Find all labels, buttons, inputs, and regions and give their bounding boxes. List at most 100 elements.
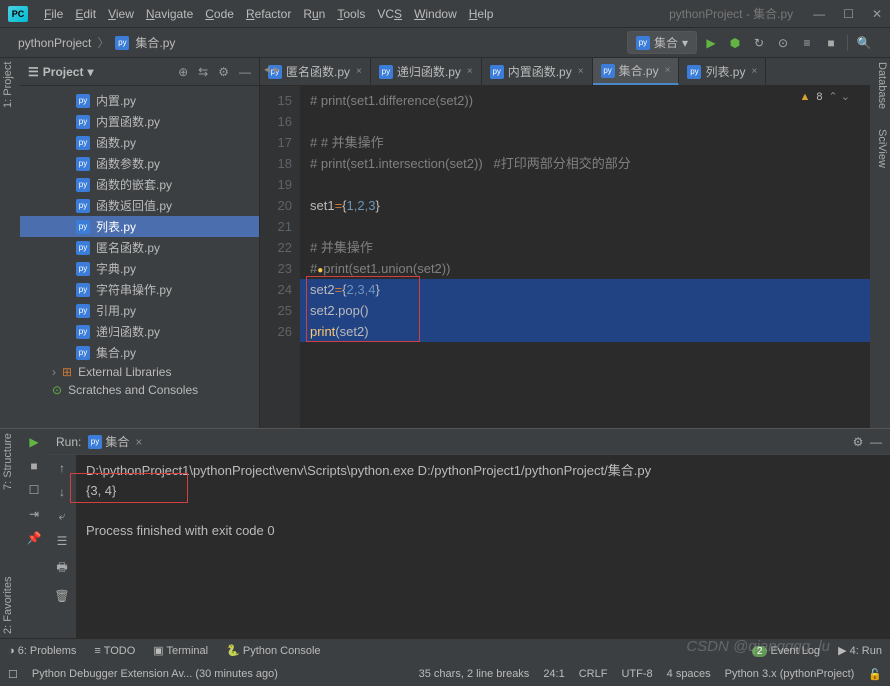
tool-problems[interactable]: ◑ 6: Problems xyxy=(8,645,76,657)
close-tab-icon[interactable]: × xyxy=(751,66,757,77)
menu-navigate[interactable]: Navigate xyxy=(142,5,197,23)
code-line[interactable]: set2.pop() xyxy=(300,300,870,321)
tree-item[interactable]: py递归函数.py xyxy=(20,321,259,342)
softwrap-icon[interactable]: ⤶ xyxy=(59,509,66,524)
sidebar-tab-sciview[interactable]: SciView xyxy=(872,129,888,168)
search-icon[interactable]: 🔍 xyxy=(856,35,872,51)
tool-python-console[interactable]: 🐍 Python Console xyxy=(226,644,320,657)
code-line[interactable]: # # 并集操作 xyxy=(300,132,870,153)
menu-file[interactable]: File xyxy=(40,5,67,23)
debug-button-icon[interactable]: ⬢ xyxy=(727,35,743,51)
sidebar-tab-database[interactable]: Database xyxy=(872,62,888,109)
code-line[interactable] xyxy=(300,111,870,132)
status-indent[interactable]: 4 spaces xyxy=(667,668,711,680)
trash-icon[interactable]: 🗑 xyxy=(54,589,69,603)
editor-tab[interactable]: py内置函数.py× xyxy=(482,58,593,85)
menu-tools[interactable]: Tools xyxy=(333,5,369,23)
tree-item[interactable]: py内置.py xyxy=(20,90,259,111)
close-tab-icon[interactable]: × xyxy=(665,65,671,76)
menu-window[interactable]: Window xyxy=(410,5,461,23)
menu-code[interactable]: Code xyxy=(201,5,238,23)
tree-item[interactable]: py函数.py xyxy=(20,132,259,153)
tree-item[interactable]: py引用.py xyxy=(20,300,259,321)
code-line[interactable]: # print(set1.intersection(set2)) #打印两部分相… xyxy=(300,153,870,174)
editor-tab[interactable]: py递归函数.py× xyxy=(371,58,482,85)
close-icon[interactable]: ✕ xyxy=(872,7,882,21)
menu-edit[interactable]: Edit xyxy=(71,5,100,23)
tree-item[interactable]: py函数返回值.py xyxy=(20,195,259,216)
expand-icon[interactable]: ⇆ xyxy=(198,65,208,79)
run-tab-name[interactable]: 集合 xyxy=(105,433,129,450)
code-line[interactable]: #●print(set1.union(set2)) xyxy=(300,258,870,279)
print-icon[interactable]: 🖶 xyxy=(56,558,67,579)
warning-icon[interactable]: ▲ xyxy=(799,91,810,103)
menu-run[interactable]: Run xyxy=(299,5,329,23)
stop-icon[interactable]: ■ xyxy=(823,35,839,51)
gear-icon[interactable]: ⚙ xyxy=(218,65,229,79)
attach-icon[interactable]: ≡ xyxy=(799,35,815,51)
tree-item[interactable]: py字典.py xyxy=(20,258,259,279)
tool-todo[interactable]: ≡ TODO xyxy=(94,645,135,657)
code-line[interactable]: set2={2,3,4} xyxy=(300,279,870,300)
tree-item[interactable]: py函数的嵌套.py xyxy=(20,174,259,195)
run-gear-icon[interactable]: ⚙ xyxy=(853,435,864,449)
scratches-item[interactable]: ⊙ Scratches and Consoles xyxy=(20,381,259,399)
editor-tab[interactable]: py集合.py× xyxy=(593,58,680,85)
tool-run[interactable]: ▶ 4: Run xyxy=(838,644,882,657)
status-encoding[interactable]: UTF-8 xyxy=(621,668,652,680)
close-run-tab-icon[interactable]: × xyxy=(135,435,142,449)
close-tab-icon[interactable]: × xyxy=(356,66,362,77)
sidebar-tab-favorites[interactable]: 2: Favorites xyxy=(2,577,18,634)
tab-scroll-right-icon[interactable]: ▸ xyxy=(274,62,280,76)
menu-help[interactable]: Help xyxy=(465,5,498,23)
down-icon[interactable]: ↓ xyxy=(59,485,65,499)
coverage-icon[interactable]: ↻ xyxy=(751,35,767,51)
status-lock-icon[interactable]: 🔓 xyxy=(868,668,882,681)
run-hide-icon[interactable]: — xyxy=(870,435,882,449)
locate-icon[interactable]: ⊕ xyxy=(178,65,188,79)
tree-item[interactable]: py内置函数.py xyxy=(20,111,259,132)
code-line[interactable]: print(set2) xyxy=(300,321,870,342)
sidebar-tab-project[interactable]: 1: Project xyxy=(2,62,18,108)
code-line[interactable]: set1={1,2,3} xyxy=(300,195,870,216)
menu-view[interactable]: View xyxy=(104,5,138,23)
code-line[interactable]: # 并集操作 xyxy=(300,237,870,258)
tree-item[interactable]: py字符串操作.py xyxy=(20,279,259,300)
up-icon[interactable]: ↑ xyxy=(59,461,65,475)
status-eol[interactable]: CRLF xyxy=(579,668,608,680)
run-button-icon[interactable]: ▶ xyxy=(703,35,719,51)
hide-icon[interactable]: — xyxy=(239,65,251,79)
tab-scroll-left-icon[interactable]: ◂ xyxy=(264,62,270,76)
menu-refactor[interactable]: Refactor xyxy=(242,5,295,23)
tree-item[interactable]: py函数参数.py xyxy=(20,153,259,174)
layout-icon[interactable]: ☐ xyxy=(29,483,40,497)
tool-terminal[interactable]: ▣ Terminal xyxy=(153,644,208,657)
tree-item[interactable]: py集合.py xyxy=(20,342,259,363)
run-config-dropdown[interactable]: py 集合 ▾ xyxy=(627,31,697,54)
status-bar-icon[interactable]: ☐ xyxy=(8,668,18,681)
event-log[interactable]: 2 Event Log xyxy=(752,645,820,657)
rerun-icon[interactable]: ▶ xyxy=(29,435,38,449)
scroll-icon[interactable]: ☰ xyxy=(57,534,68,548)
inspection-nav-icons[interactable]: ⌃ ⌄ xyxy=(829,90,851,103)
code-line[interactable] xyxy=(300,216,870,237)
external-libraries[interactable]: › ⊞ External Libraries xyxy=(20,363,259,381)
code-line[interactable] xyxy=(300,174,870,195)
sidebar-tab-structure[interactable]: 7: Structure xyxy=(2,433,18,490)
export-icon[interactable]: ⇥ xyxy=(29,507,39,521)
code-line[interactable]: # print(set1.difference(set2)) xyxy=(300,90,870,111)
menu-vcs[interactable]: VCS xyxy=(373,5,406,23)
stop-icon[interactable]: ■ xyxy=(30,459,37,473)
minimize-icon[interactable]: — xyxy=(813,7,825,21)
close-tab-icon[interactable]: × xyxy=(578,66,584,77)
tree-item[interactable]: py列表.py xyxy=(20,216,259,237)
close-tab-icon[interactable]: × xyxy=(467,66,473,77)
breadcrumb-project[interactable]: pythonProject xyxy=(18,36,91,50)
profile-icon[interactable]: ⊙ xyxy=(775,35,791,51)
pin-icon[interactable]: 📌 xyxy=(27,531,42,545)
maximize-icon[interactable]: ☐ xyxy=(843,7,854,21)
editor-tab[interactable]: py列表.py× xyxy=(679,58,766,85)
breadcrumb-file[interactable]: 集合.py xyxy=(135,34,175,51)
status-caret-pos[interactable]: 24:1 xyxy=(543,668,564,680)
status-interpreter[interactable]: Python 3.x (pythonProject) xyxy=(725,668,855,680)
